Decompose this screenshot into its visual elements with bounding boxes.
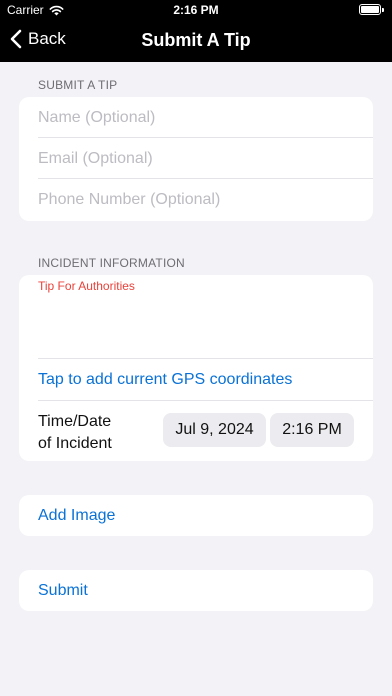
- email-field[interactable]: Email (Optional): [38, 138, 373, 179]
- datetime-label-line2: of Incident: [38, 435, 112, 452]
- tip-placeholder: Tip For Authorities: [38, 279, 135, 293]
- name-field[interactable]: Name (Optional): [38, 97, 373, 138]
- status-bar: Carrier 2:16 PM: [0, 0, 392, 20]
- phone-placeholder: Phone Number (Optional): [38, 190, 221, 208]
- section-header-submit-tip: SUBMIT A TIP: [38, 78, 118, 92]
- submit-button[interactable]: Submit: [19, 570, 373, 611]
- submit-label: Submit: [38, 581, 88, 599]
- datetime-label-line1: Time/Date: [38, 413, 112, 430]
- navigation-bar: Back Submit A Tip: [0, 20, 392, 62]
- status-time: 2:16 PM: [173, 3, 219, 17]
- contact-form-card: Name (Optional) Email (Optional) Phone N…: [19, 97, 373, 221]
- battery-level: [361, 6, 379, 13]
- name-placeholder: Name (Optional): [38, 108, 156, 126]
- gps-coordinates-link[interactable]: Tap to add current GPS coordinates: [38, 371, 292, 389]
- email-placeholder: Email (Optional): [38, 149, 153, 167]
- page-title: Submit A Tip: [141, 30, 251, 50]
- datetime-label: Time/Date of Incident: [38, 411, 128, 455]
- phone-field[interactable]: Phone Number (Optional): [38, 179, 373, 220]
- add-image-label: Add Image: [38, 506, 116, 524]
- section-header-incident-info: INCIDENT INFORMATION: [38, 256, 185, 270]
- incident-card: Tip For Authorities Tap to add current G…: [19, 275, 373, 461]
- tip-text-area[interactable]: Tip For Authorities: [19, 275, 373, 359]
- battery-icon: [359, 4, 384, 15]
- gps-link-row[interactable]: Tap to add current GPS coordinates: [38, 359, 373, 401]
- time-picker[interactable]: 2:16 PM: [270, 413, 354, 447]
- date-picker[interactable]: Jul 9, 2024: [163, 413, 266, 447]
- add-image-button[interactable]: Add Image: [19, 495, 373, 536]
